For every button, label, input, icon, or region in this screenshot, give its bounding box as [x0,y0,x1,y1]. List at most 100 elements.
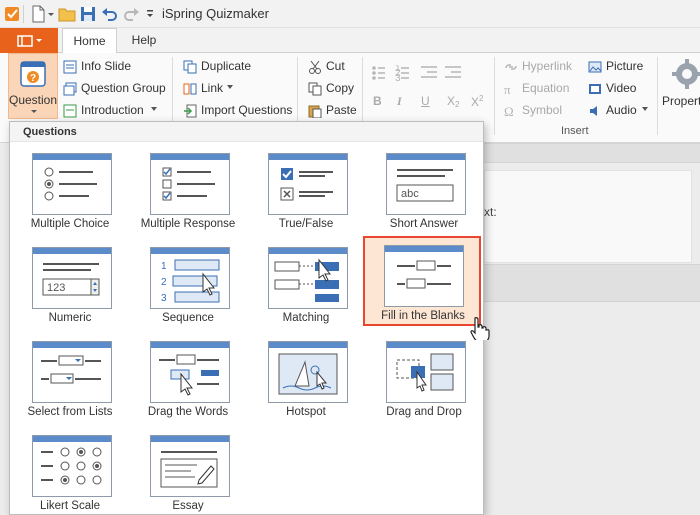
introduction-icon [63,104,77,118]
question-type-label: Likert Scale [39,500,101,512]
sequence-number: 1 [161,261,167,272]
hyperlink-label: Hyperlink [522,59,573,73]
gallery-header: Questions [10,122,483,142]
question-type-sequence[interactable]: 1 2 3 Sequence [129,238,247,328]
tab-home[interactable]: Home [62,28,117,54]
file-menu-button[interactable] [0,28,58,53]
question-group-button[interactable]: Question Group [63,81,171,97]
introduction-button[interactable]: Introduction [63,103,163,119]
import-icon [184,104,197,118]
question-type-hotspot[interactable]: Hotspot [247,332,365,422]
cut-button[interactable]: Cut [308,59,358,75]
question-type-numeric[interactable]: 123 Numeric [11,238,129,328]
cut-label: Cut [326,59,345,73]
question-text-panel [484,170,692,263]
question-type-label: Numeric [48,312,92,324]
ribbon-divider [494,57,495,135]
equation-button[interactable]: π Equation [504,81,580,97]
info-slide-label: Info Slide [81,59,132,73]
import-questions-button[interactable]: Import Questions [183,103,293,119]
question-type-label: Matching [282,312,330,324]
question-type-drag-the-words[interactable]: Drag the Words [129,332,247,422]
paste-button[interactable]: Paste [308,103,358,119]
question-type-drag-and-drop[interactable]: Drag and Drop [365,332,483,422]
question-type-label: Multiple Choice [30,218,110,230]
redo-icon[interactable] [124,4,140,24]
hyperlink-icon [505,64,517,70]
fill-in-the-blanks-icon [384,245,464,307]
question-button-label: Question [9,93,58,107]
properties-label: Propert [662,94,700,108]
drag-the-words-icon [150,341,230,403]
question-type-select-from-lists[interactable]: Select from Lists [11,332,129,422]
drag-and-drop-icon [386,341,466,403]
save-icon[interactable] [80,4,96,24]
link-button[interactable]: Link [183,81,243,97]
omega-icon: Ω [504,104,514,118]
question-type-matching[interactable]: Matching [247,238,365,328]
question-type-label: Drag the Words [147,406,229,418]
subscript-base: X [447,94,456,108]
tab-help[interactable]: Help [124,28,164,53]
italic-button[interactable]: I [397,94,402,109]
new-file-dropdown-icon[interactable] [47,4,55,24]
properties-button[interactable]: Propert [662,55,700,115]
link-label: Link [201,81,224,95]
speaker-icon [590,106,597,116]
question-type-fill-in-the-blanks[interactable]: Fill in the Blanks [363,236,481,326]
scissors-icon [309,60,321,74]
app-logo-icon [5,7,19,21]
audio-button[interactable]: Audio [588,103,652,119]
question-button[interactable]: ? Question [8,53,58,119]
customize-toolbar-icon[interactable] [145,4,155,24]
question-group-icon [63,82,77,96]
question-type-label: Sequence [162,312,214,324]
copy-button[interactable]: Copy [308,81,358,97]
question-type-label: Multiple Response [140,218,236,230]
question-type-short-answer[interactable]: abc Short Answer [365,144,483,234]
underline-button[interactable]: U [421,94,430,108]
undo-icon[interactable] [101,4,117,24]
question-type-label: Drag and Drop [386,406,462,418]
hand-cursor-icon [470,317,490,340]
bold-button[interactable]: B [373,94,382,108]
sequence-number: 3 [161,293,167,304]
duplicate-label: Duplicate [201,59,252,73]
app-title: iSpring Quizmaker [162,6,269,21]
question-type-essay[interactable]: Essay [129,426,247,515]
hyperlink-button[interactable]: Hyperlink [504,59,580,75]
ribbon-divider [657,57,658,135]
question-type-label: Fill in the Blanks [381,310,465,322]
superscript-button[interactable]: X2 [471,94,483,109]
symbol-label: Symbol [522,103,563,117]
symbol-button[interactable]: Ω Symbol [504,103,580,119]
superscript-base: X [471,95,480,109]
new-file-icon[interactable] [30,4,46,24]
question-type-likert-scale[interactable]: Likert Scale [11,426,129,515]
chevron-down-icon [227,85,233,89]
copy-label: Copy [326,81,355,95]
info-slide-button[interactable]: Info Slide [63,59,163,75]
short-answer-icon: abc [386,153,466,215]
title-bar: iSpring Quizmaker [0,0,700,28]
subscript-button[interactable]: X2 [447,94,459,109]
introduction-label: Introduction [81,103,144,117]
picture-label: Picture [606,59,644,73]
question-type-label: Hotspot [286,406,326,418]
insert-group-label: Insert [561,125,589,137]
paste-icon [308,105,322,118]
question-type-true-false[interactable]: True/False [247,144,365,234]
duplicate-button[interactable]: Duplicate [183,59,263,75]
open-folder-icon[interactable] [58,4,76,24]
select-from-lists-icon [32,341,112,403]
question-dropdown-icon [31,110,37,113]
menu-icon [17,35,42,47]
question-type-label: Select from Lists [27,406,113,418]
video-button[interactable]: Video [588,81,648,97]
question-type-multiple-choice[interactable]: Multiple Choice [11,144,129,234]
question-type-multiple-response[interactable]: Multiple Response [129,144,247,234]
picture-button[interactable]: Picture [588,59,648,75]
link-icon [183,83,197,95]
chevron-down-icon [151,107,157,111]
video-icon [589,84,601,94]
